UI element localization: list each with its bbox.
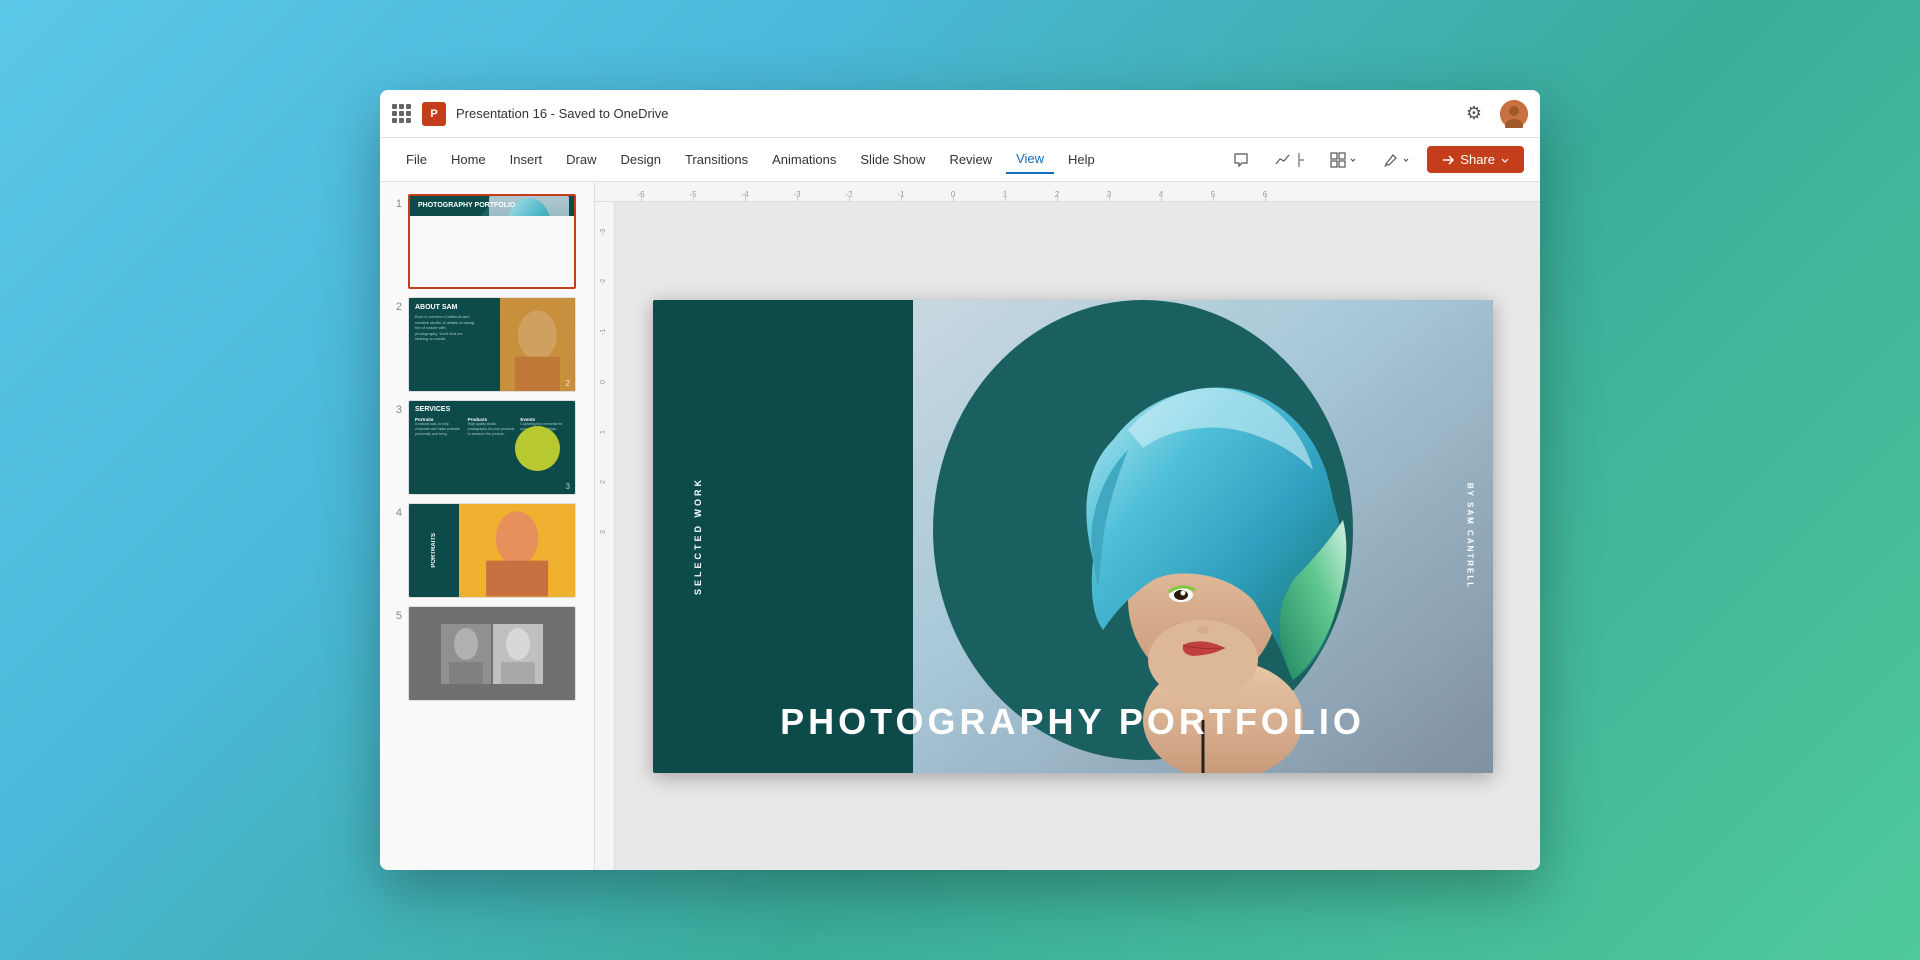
chart-button[interactable]: [1266, 146, 1313, 174]
menu-bar: File Home Insert Draw Design Transitions…: [380, 138, 1540, 182]
slide-canvas[interactable]: SELECTED WORK BY SAM CANTRELL PHOTOGRAPH…: [595, 202, 1540, 870]
slide-thumb-4[interactable]: PORTRAITS: [408, 503, 576, 598]
user-avatar[interactable]: [1500, 100, 1528, 128]
svg-text:3: 3: [600, 530, 607, 534]
title-bar-left: P Presentation 16 - Saved to OneDrive: [392, 102, 1460, 126]
main-content: 1: [380, 182, 1540, 870]
menu-help[interactable]: Help: [1058, 146, 1105, 173]
slide-item-4[interactable]: 4 PORTRAITS: [380, 499, 594, 602]
slide-number-1: 1: [388, 198, 402, 210]
settings-icon[interactable]: ⚙: [1460, 100, 1488, 128]
comment-button[interactable]: [1224, 146, 1258, 174]
menu-view[interactable]: View: [1006, 145, 1054, 174]
svg-text:2: 2: [600, 480, 607, 484]
menu-design[interactable]: Design: [611, 146, 671, 173]
slide-item-1[interactable]: 1: [380, 190, 594, 293]
share-button[interactable]: Share: [1427, 146, 1524, 173]
slide-2-badge: 2: [566, 379, 570, 388]
slide-number-4: 4: [388, 507, 402, 519]
title-bar: P Presentation 16 - Saved to OneDrive ⚙: [380, 90, 1540, 138]
menu-animations[interactable]: Animations: [762, 146, 846, 173]
menu-transitions[interactable]: Transitions: [675, 146, 758, 173]
canvas-area: -6 -5 -4 -3 -2 -1 0 1 2 3 4 5 6: [595, 182, 1540, 870]
slide-1-title: PHOTOGRAPHY PORTFOLIO: [418, 202, 515, 210]
slide-number-2: 2: [388, 301, 402, 313]
svg-text:-3: -3: [600, 229, 607, 235]
slide-4-title: PORTRAITS: [431, 533, 437, 568]
slide-main-title: PHOTOGRAPHY PORTFOLIO: [653, 701, 1493, 743]
layout-button[interactable]: [1321, 146, 1366, 174]
document-title: Presentation 16 - Saved to OneDrive: [456, 106, 668, 121]
share-label: Share: [1460, 152, 1495, 167]
svg-text:-1: -1: [600, 329, 607, 335]
slide-3-title: SERVICES: [415, 406, 569, 413]
ruler-horizontal: -6 -5 -4 -3 -2 -1 0 1 2 3 4 5 6: [595, 182, 1540, 202]
slide-thumb-5[interactable]: [408, 606, 576, 701]
svg-text:0: 0: [600, 380, 607, 384]
slides-panel[interactable]: 1: [380, 182, 595, 870]
svg-text:-2: -2: [600, 279, 607, 285]
slide-number-3: 3: [388, 404, 402, 416]
slide-main[interactable]: SELECTED WORK BY SAM CANTRELL PHOTOGRAPH…: [653, 300, 1493, 773]
slide-thumb-3[interactable]: SERVICES Portraits A natural look, to he…: [408, 400, 576, 495]
slide-item-3[interactable]: 3 SERVICES Portraits A natural look, to …: [380, 396, 594, 499]
slide-thumb-2[interactable]: ABOUT SAM Born in northern California an…: [408, 297, 576, 392]
title-bar-right: ⚙: [1460, 100, 1528, 128]
svg-text:1: 1: [600, 430, 607, 434]
app-window: P Presentation 16 - Saved to OneDrive ⚙ …: [380, 90, 1540, 870]
grid-icon[interactable]: [392, 104, 412, 124]
slide-left-text: SELECTED WORK: [693, 477, 703, 595]
slide-2-title: ABOUT SAM: [415, 304, 494, 311]
menu-draw[interactable]: Draw: [556, 146, 606, 173]
menu-insert[interactable]: Insert: [500, 146, 553, 173]
slide-3-badge: 3: [566, 482, 570, 491]
slide-item-5[interactable]: 5: [380, 602, 594, 705]
menu-home[interactable]: Home: [441, 146, 496, 173]
toolbar-right: Share: [1224, 146, 1524, 174]
slide-thumb-1[interactable]: PHOTOGRAPHY PORTFOLIO: [408, 194, 576, 289]
pen-button[interactable]: [1374, 146, 1419, 174]
slide-item-2[interactable]: 2 ABOUT SAM Born in northern California …: [380, 293, 594, 396]
slide-number-5: 5: [388, 610, 402, 622]
menu-review[interactable]: Review: [939, 146, 1002, 173]
slide-right-text: BY SAM CANTRELL: [1466, 483, 1475, 589]
menu-file[interactable]: File: [396, 146, 437, 173]
menu-slideshow[interactable]: Slide Show: [850, 146, 935, 173]
ruler-marks: -6 -5 -4 -3 -2 -1 0 1 2 3 4 5 6: [615, 182, 1291, 201]
powerpoint-logo: P: [422, 102, 446, 126]
ruler-vertical: -3 -2 -1 0 1 2 3: [595, 202, 615, 870]
slide-2-text: Born in northern California andcreative …: [415, 314, 494, 342]
